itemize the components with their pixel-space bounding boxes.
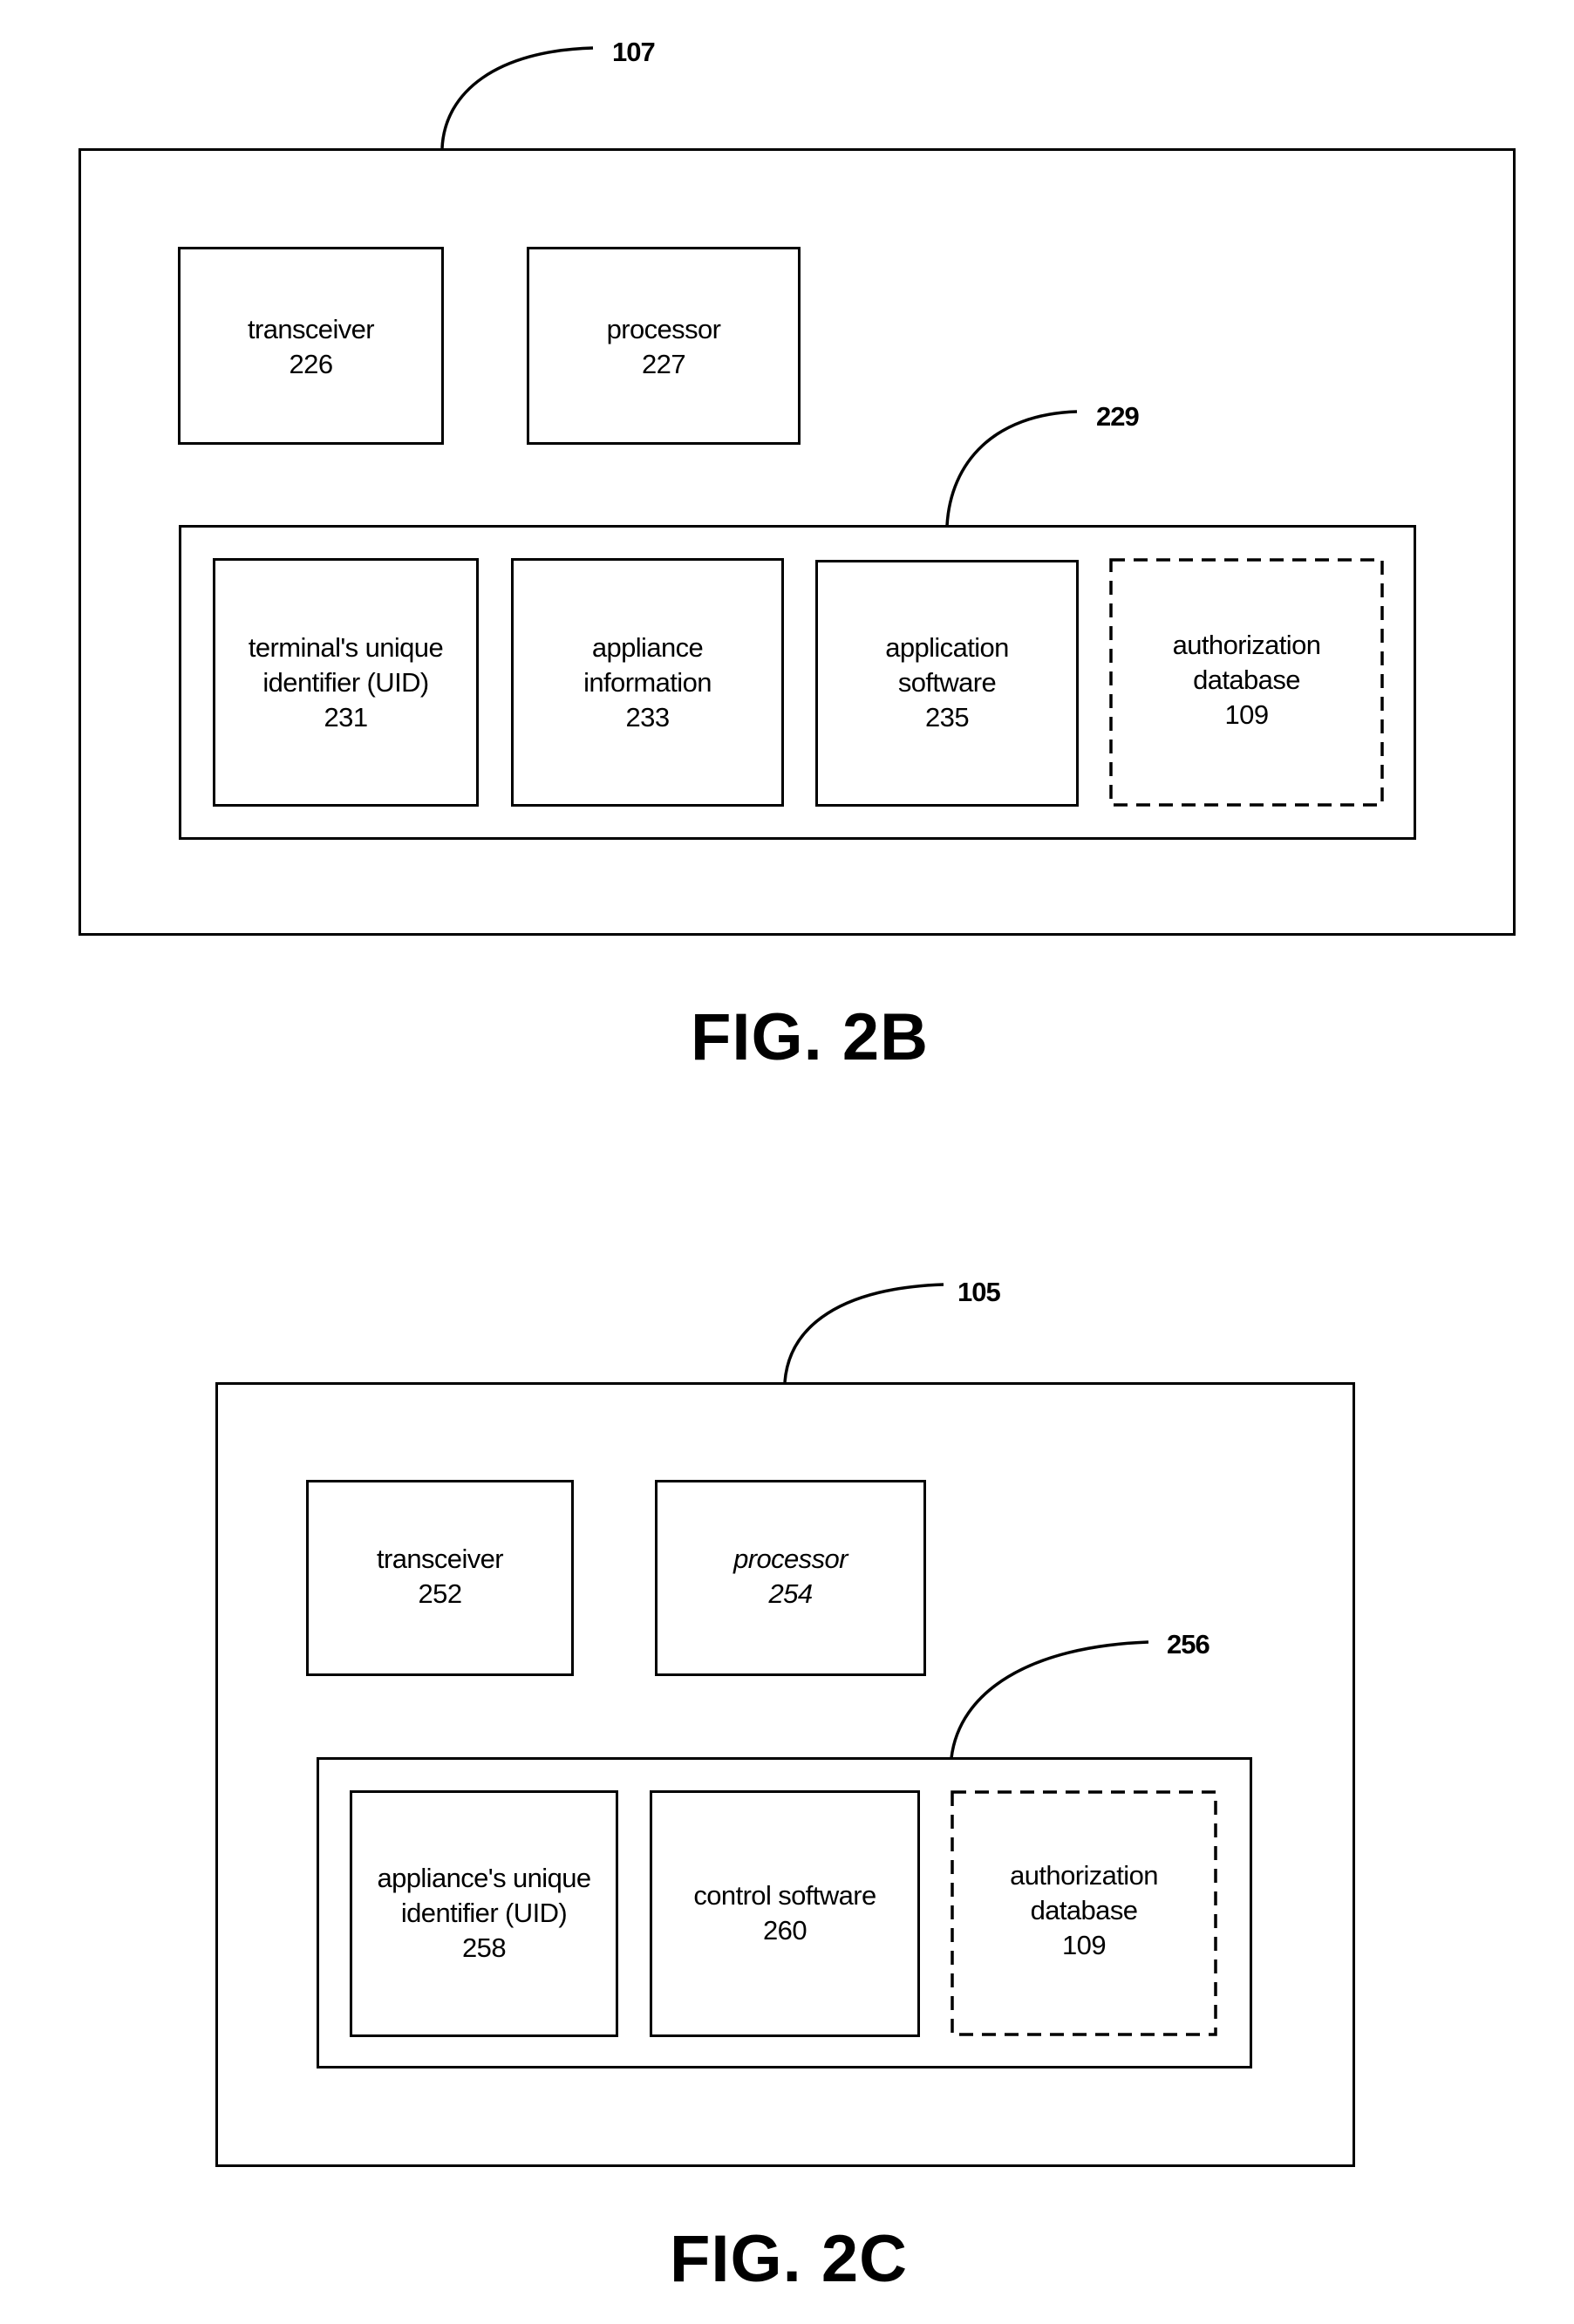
component-ref: 258 [462, 1932, 507, 1963]
appliance-information-box: appliance information 233 [511, 558, 784, 807]
transceiver-box: transceiver 226 [178, 247, 444, 445]
component-ref: 231 [324, 702, 369, 733]
processor-box: processor 254 [655, 1480, 926, 1676]
control-software-box: control software 260 [650, 1790, 920, 2037]
figure-caption: FIG. 2C [670, 2222, 909, 2296]
component-name-line1: control software [693, 1880, 876, 1911]
processor-box: processor 227 [527, 247, 801, 445]
component-ref: 260 [763, 1915, 807, 1946]
component-name-line1: appliance [591, 632, 704, 663]
transceiver-box: transceiver 252 [306, 1480, 574, 1676]
component-name: transceiver [376, 1544, 504, 1574]
component-ref: 254 [768, 1578, 814, 1609]
figure-caption: FIG. 2B [691, 1000, 930, 1074]
component-name: transceiver [247, 314, 375, 344]
patent-drawing-sheet: 107 transceiver 226 processor 227 229 te… [0, 0, 1574, 2324]
component-name-line1: terminal's unique [248, 632, 444, 663]
component-name-line2: information [583, 667, 712, 698]
component-ref: 109 [1224, 699, 1270, 730]
ref-label-device: 107 [612, 37, 656, 67]
component-name-line1: application [885, 632, 1009, 663]
uid-box: appliance's unique identifier (UID) 258 [350, 1790, 618, 2037]
component-ref: 235 [925, 702, 970, 733]
uid-box: terminal's unique identifier (UID) 231 [213, 558, 479, 807]
component-ref: 233 [625, 702, 671, 733]
ref-label-memory: 256 [1167, 1629, 1210, 1660]
component-ref: 227 [642, 349, 686, 379]
authorization-database-box: authorization database 109 [1111, 560, 1382, 805]
component-name: processor [733, 1544, 848, 1574]
component-name-line2: software [897, 667, 997, 698]
component-name: processor [606, 314, 721, 344]
component-name-line2: database [1030, 1895, 1138, 1925]
component-name-line2: identifier (UID) [400, 1898, 568, 1928]
authorization-database-box: authorization database 109 [952, 1792, 1216, 2034]
component-ref: 252 [418, 1578, 463, 1609]
ref-label-memory: 229 [1096, 401, 1140, 432]
component-name-line2: identifier (UID) [262, 667, 429, 698]
application-software-box: application software 235 [815, 560, 1079, 807]
leader-line-105 [783, 1283, 944, 1383]
component-name-line1: authorization [1172, 630, 1321, 660]
ref-label-device: 105 [957, 1277, 1001, 1307]
component-name-line1: appliance's unique [377, 1863, 591, 1893]
component-name-line2: database [1193, 664, 1300, 695]
component-ref: 109 [1062, 1930, 1107, 1960]
component-ref: 226 [289, 349, 334, 379]
component-name-line1: authorization [1010, 1860, 1158, 1891]
leader-line-107 [440, 46, 594, 149]
